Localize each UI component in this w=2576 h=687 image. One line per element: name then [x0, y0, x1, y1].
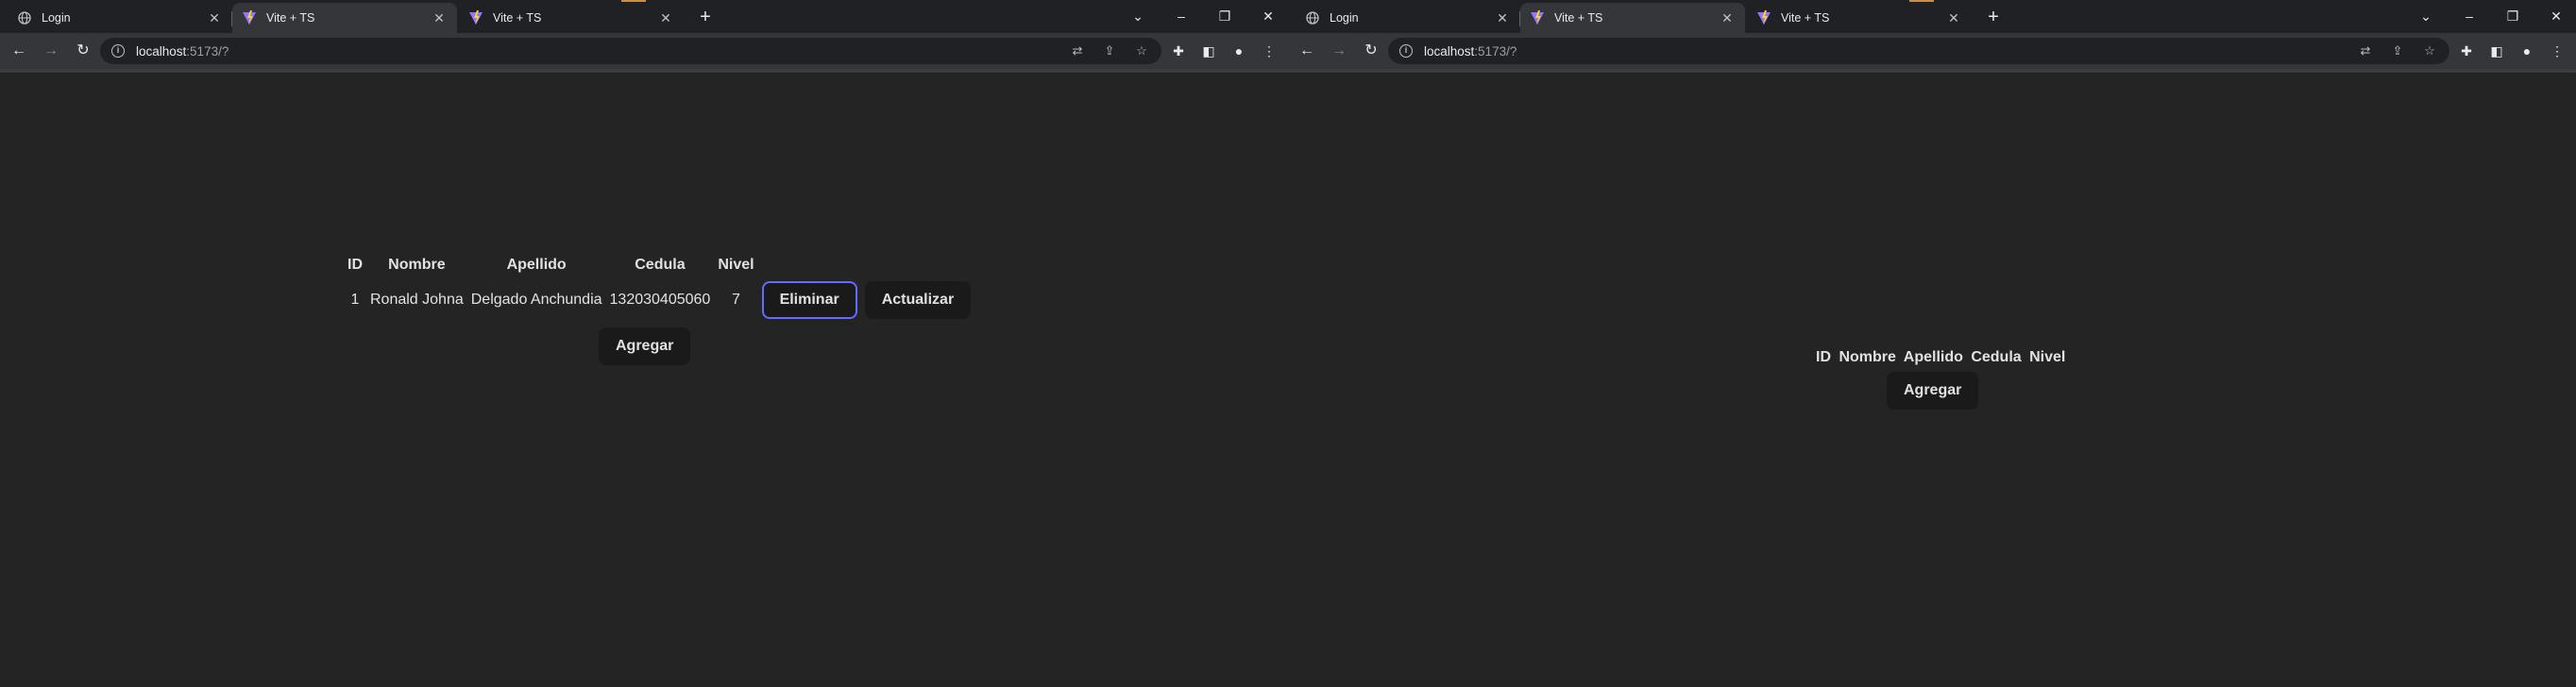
page-content [0, 73, 1288, 687]
translate-icon[interactable]: ⇄ [2357, 42, 2374, 59]
cell-id: 1 [350, 292, 360, 308]
browser-toolbar: ← → ↻ i localhost:5173/? ⇄ ⇪ ☆ ✚ ◧ ● ⋮ [1288, 33, 2576, 69]
side-panel-icon[interactable]: ◧ [1197, 40, 1220, 62]
share-icon[interactable]: ⇪ [2389, 42, 2406, 59]
table-row: 1 Ronald Johna Delgado Anchundia 1320304… [346, 279, 973, 321]
profile-avatar-icon[interactable]: ● [1228, 40, 1250, 62]
header-nombre: Nombre [388, 257, 446, 273]
tab-strip: Login ✕ Vite + TS ✕ Vite + TS ✕ + ⌄ – ❐ … [1288, 0, 2576, 33]
side-panel-icon[interactable]: ◧ [2485, 40, 2508, 62]
users-table: ID Nombre Apellido Cedula Nivel 1 Ronald… [342, 251, 976, 325]
url-host: localhost [1424, 43, 1475, 59]
tab-title: Vite + TS [1554, 11, 1603, 25]
cell-apellido: Delgado Anchundia [470, 292, 602, 308]
url-path: :5173/? [1474, 43, 1517, 59]
tab-close-icon[interactable]: ✕ [431, 10, 448, 26]
tab-title: Vite + TS [493, 11, 542, 25]
globe-icon [17, 10, 32, 25]
browser-toolbar: ← → ↻ i localhost:5173/? ⇄ ⇪ ☆ ✚ ◧ ● ⋮ [0, 33, 1288, 69]
tab-title: Vite + TS [266, 11, 315, 25]
tab-title: Login [42, 11, 71, 25]
header-cedula: Cedula [635, 257, 686, 273]
vite-logo-icon [242, 10, 257, 25]
tab-close-icon[interactable]: ✕ [657, 10, 674, 26]
cell-nivel: 7 [731, 292, 740, 308]
tab-vite-active[interactable]: Vite + TS ✕ [1520, 3, 1745, 33]
tab-title: Vite + TS [1781, 11, 1830, 25]
back-arrow-icon[interactable]: ← [1296, 40, 1318, 62]
agregar-button[interactable]: Agregar [599, 327, 691, 365]
agregar-button[interactable]: Agregar [1887, 372, 1979, 410]
extensions-icon[interactable]: ✚ [2455, 40, 2478, 62]
reload-icon[interactable]: ↻ [1360, 40, 1382, 62]
profile-avatar-icon[interactable]: ● [2516, 40, 2538, 62]
header-nivel: Nivel [718, 257, 754, 273]
tab-close-icon[interactable]: ✕ [1494, 10, 1511, 26]
cell-cedula: 132030405060 [609, 292, 711, 308]
minimize-icon[interactable]: – [2457, 4, 2482, 28]
address-bar[interactable]: i localhost:5173/? ⇄ ⇪ ☆ [1388, 38, 2449, 64]
eliminar-button[interactable]: Eliminar [761, 281, 857, 319]
cell-eliminar: Eliminar [760, 279, 859, 321]
share-icon[interactable]: ⇪ [1101, 42, 1118, 59]
bookmark-star-icon[interactable]: ☆ [1133, 42, 1150, 59]
header-apellido: Apellido [1903, 349, 1963, 365]
menu-kebab-icon[interactable]: ⋮ [2546, 40, 2568, 62]
restore-icon[interactable]: ❐ [2500, 4, 2525, 28]
address-url: localhost:5173/? [1424, 44, 1517, 59]
forward-arrow-icon[interactable]: → [1328, 40, 1350, 62]
minimize-icon[interactable]: – [1169, 4, 1194, 28]
forward-arrow-icon[interactable]: → [40, 40, 62, 62]
tab-vite[interactable]: Vite + TS ✕ [459, 3, 684, 33]
header-empty [863, 255, 973, 276]
restore-icon[interactable]: ❐ [1212, 4, 1237, 28]
reload-icon[interactable]: ↻ [72, 40, 94, 62]
globe-icon [1305, 10, 1320, 25]
tab-close-icon[interactable]: ✕ [1719, 10, 1736, 26]
extensions-icon[interactable]: ✚ [1167, 40, 1190, 62]
tab-search-chevron-icon[interactable]: ⌄ [2414, 4, 2438, 28]
site-info-icon[interactable]: i [111, 44, 125, 58]
tab-title: Login [1330, 11, 1359, 25]
empty-table-headers: ID Nombre Apellido Cedula Nivel [1816, 349, 2069, 366]
vite-logo-icon [1756, 10, 1771, 25]
new-tab-plus-icon[interactable]: + [1981, 6, 2006, 30]
vite-logo-icon [1530, 10, 1545, 25]
header-empty [760, 255, 859, 276]
browser-window-right: Login ✕ Vite + TS ✕ Vite + TS ✕ + ⌄ – ❐ … [1288, 0, 2576, 687]
close-window-icon[interactable]: ✕ [2544, 4, 2568, 28]
menu-kebab-icon[interactable]: ⋮ [1258, 40, 1280, 62]
header-id: ID [347, 257, 363, 273]
header-nombre: Nombre [1839, 349, 1896, 365]
new-tab-plus-icon[interactable]: + [693, 6, 718, 30]
translate-icon[interactable]: ⇄ [1069, 42, 1086, 59]
actualizar-button[interactable]: Actualizar [864, 281, 972, 319]
tab-login[interactable]: Login ✕ [1296, 3, 1520, 33]
tab-login[interactable]: Login ✕ [8, 3, 232, 33]
site-info-icon[interactable]: i [1399, 44, 1413, 58]
tab-close-icon[interactable]: ✕ [206, 10, 223, 26]
header-apellido: Apellido [506, 257, 567, 273]
back-arrow-icon[interactable]: ← [8, 40, 30, 62]
address-url: localhost:5173/? [136, 44, 229, 59]
bookmark-star-icon[interactable]: ☆ [2421, 42, 2438, 59]
address-bar[interactable]: i localhost:5173/? ⇄ ⇪ ☆ [100, 38, 1161, 64]
table-header-row: ID Nombre Apellido Cedula Nivel [346, 255, 973, 276]
loading-accent [621, 0, 646, 2]
header-nivel: Nivel [2029, 349, 2066, 365]
url-host: localhost [136, 43, 187, 59]
url-path: :5173/? [186, 43, 229, 59]
header-cedula: Cedula [1971, 349, 2022, 365]
tab-strip: Login ✕ Vite + TS ✕ Vite + TS ✕ + ⌄ – ❐ … [0, 0, 1288, 33]
vite-logo-icon [468, 10, 483, 25]
loading-accent [1909, 0, 1934, 2]
cell-nombre: Ronald Johna [370, 292, 464, 308]
tab-search-chevron-icon[interactable]: ⌄ [1126, 4, 1150, 28]
tab-vite-active[interactable]: Vite + TS ✕ [232, 3, 457, 33]
tab-vite[interactable]: Vite + TS ✕ [1747, 3, 1972, 33]
cell-actualizar: Actualizar [863, 279, 973, 321]
header-id: ID [1816, 349, 1831, 365]
tab-close-icon[interactable]: ✕ [1945, 10, 1962, 26]
close-window-icon[interactable]: ✕ [1256, 4, 1280, 28]
